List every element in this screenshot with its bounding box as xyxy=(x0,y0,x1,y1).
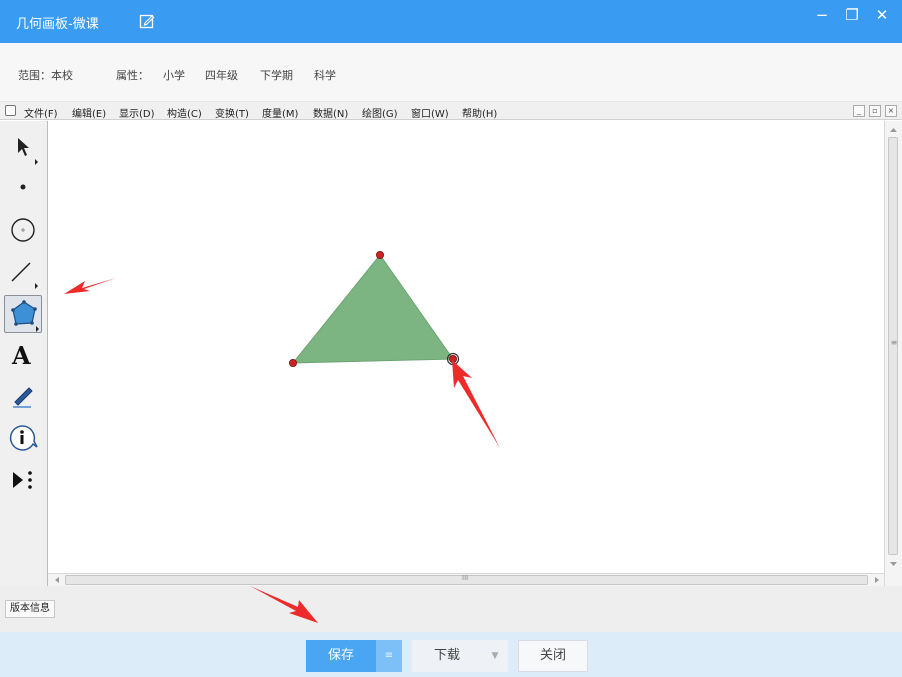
vertical-scroll-grip: ≡ xyxy=(890,338,898,347)
menu-transform[interactable]: 变换(T) xyxy=(215,105,249,120)
minimize-button[interactable]: − xyxy=(811,6,833,24)
term-tag: 下学期 xyxy=(260,69,293,82)
scroll-down-icon[interactable] xyxy=(885,557,902,571)
arrow-select-icon xyxy=(18,138,38,165)
window-title: 几何画板-微课 xyxy=(16,17,99,32)
scroll-right-icon[interactable] xyxy=(870,574,884,586)
menu-window[interactable]: 窗口(W) xyxy=(411,105,449,120)
custom-tool-icon xyxy=(13,471,32,489)
text-icon: A xyxy=(11,341,31,370)
horizontal-scroll-grip: III xyxy=(462,574,469,582)
vertex-point-left[interactable] xyxy=(288,358,297,367)
scroll-left-icon[interactable] xyxy=(50,574,64,586)
edit-icon[interactable] xyxy=(139,13,155,29)
scroll-up-icon[interactable] xyxy=(885,123,902,137)
information-tool[interactable] xyxy=(4,419,42,457)
menu-file[interactable]: 文件(F) xyxy=(24,105,58,120)
selection-arrow-tool[interactable] xyxy=(4,129,42,167)
menu-data[interactable]: 数据(N) xyxy=(313,105,348,120)
toolbox: A xyxy=(0,121,48,586)
text-tool-glyph: A xyxy=(11,341,31,370)
horizontal-scroll-thumb[interactable]: III xyxy=(65,574,868,585)
scope-label: 范围：本校 xyxy=(18,69,73,82)
compass-tool[interactable] xyxy=(4,211,42,249)
marker-tool[interactable] xyxy=(4,377,42,415)
text-tool[interactable]: A xyxy=(4,336,42,374)
attribute-label: 属性： xyxy=(116,69,149,82)
compass-circle-icon xyxy=(11,218,35,242)
version-info-button[interactable]: 版本信息 xyxy=(5,600,55,618)
doc-restore-button[interactable]: ▫ xyxy=(869,105,881,117)
status-bar: 版本信息 xyxy=(0,586,902,632)
menu-measure[interactable]: 度量(M) xyxy=(262,105,298,120)
straightedge-tool[interactable] xyxy=(4,253,42,291)
vertex-point-right[interactable] xyxy=(448,354,457,363)
grade-level-tag: 小学 xyxy=(163,69,185,82)
doc-close-button[interactable]: × xyxy=(885,105,897,117)
download-options-button[interactable]: ▼ xyxy=(482,640,508,672)
close-button[interactable]: 关闭 xyxy=(518,640,588,672)
action-bar: 保存 ≡ 下载 ▼ 关闭 xyxy=(0,632,902,677)
app-window: 几何画板-微课 − ❐ ✕ 范围：本校 属性： 小学 四年级 下学期 科学 文件… xyxy=(0,0,902,677)
close-window-button[interactable]: ✕ xyxy=(871,6,893,24)
point-tool[interactable] xyxy=(4,169,42,207)
polygon-tool[interactable] xyxy=(4,295,42,333)
marker-icon xyxy=(13,387,33,408)
resource-info-bar: 范围：本校 属性： 小学 四年级 下学期 科学 xyxy=(0,43,902,102)
download-button[interactable]: 下载 xyxy=(412,640,482,672)
information-icon xyxy=(9,425,38,451)
save-button[interactable]: 保存 xyxy=(306,640,376,672)
custom-tool[interactable] xyxy=(4,461,42,499)
restore-button[interactable]: ❐ xyxy=(841,6,863,24)
sketch-canvas[interactable] xyxy=(48,121,884,573)
grade-tag: 四年级 xyxy=(205,69,238,82)
horizontal-scrollbar[interactable]: III xyxy=(48,573,884,586)
vertex-point-top[interactable] xyxy=(375,250,384,259)
menu-graph[interactable]: 绘图(G) xyxy=(362,105,398,120)
straightedge-icon xyxy=(11,262,38,289)
doc-minimize-button[interactable]: _ xyxy=(853,105,865,117)
vertical-scrollbar[interactable]: ≡ xyxy=(884,121,902,586)
title-bar: 几何画板-微课 − ❐ ✕ xyxy=(0,0,902,43)
point-icon xyxy=(20,184,26,190)
triangle-polygon[interactable] xyxy=(291,254,454,364)
menu-edit[interactable]: 编辑(E) xyxy=(72,105,106,120)
document-icon[interactable] xyxy=(5,105,16,116)
subject-tag: 科学 xyxy=(314,69,336,82)
save-options-button[interactable]: ≡ xyxy=(376,640,402,672)
menu-display[interactable]: 显示(D) xyxy=(119,105,155,120)
polygon-icon xyxy=(11,300,39,332)
vertical-scroll-thumb[interactable]: ≡ xyxy=(888,137,898,555)
menu-help[interactable]: 帮助(H) xyxy=(462,105,497,120)
menu-bar: 文件(F) 编辑(E) 显示(D) 构造(C) 变换(T) 度量(M) 数据(N… xyxy=(0,102,902,120)
menu-construct[interactable]: 构造(C) xyxy=(167,105,202,120)
